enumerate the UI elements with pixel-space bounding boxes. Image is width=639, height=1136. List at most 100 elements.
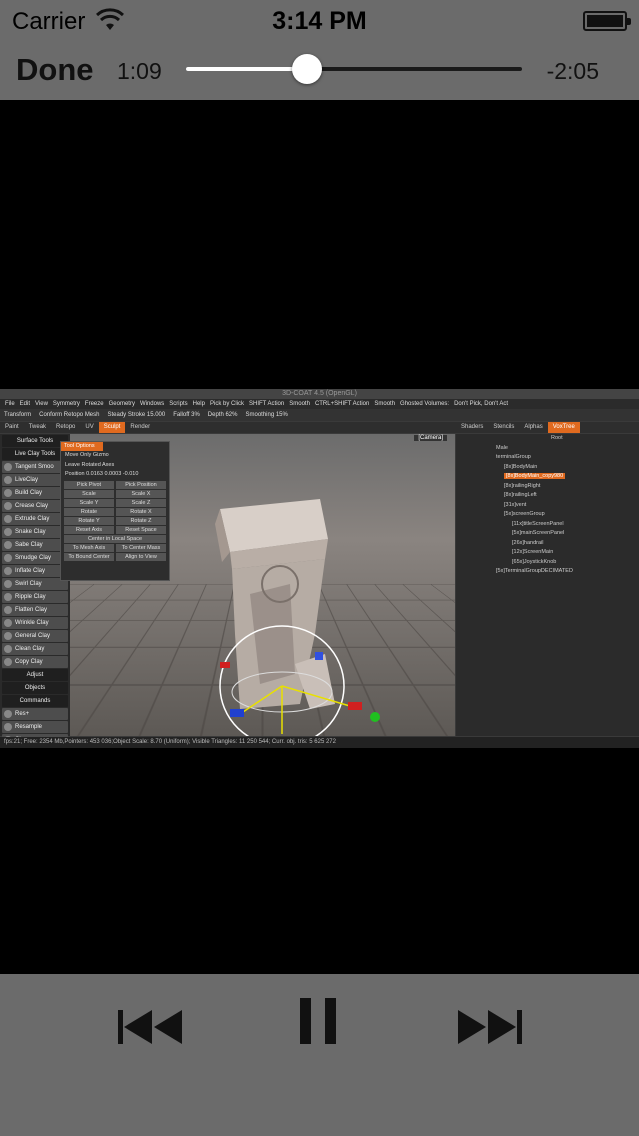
tool-option-button: Scale Z — [116, 498, 166, 507]
scrubber-thumb[interactable] — [291, 54, 322, 84]
video-tool-item: Tangent Smoo — [2, 461, 68, 473]
done-button[interactable]: Done — [16, 52, 94, 88]
tool-option-row: Position 0.0163 0.0003 -0.010 — [65, 471, 139, 477]
video-tab: UV — [85, 424, 94, 430]
video-tool-item: Flatten Clay — [2, 604, 68, 616]
video-menu-item: Smooth — [374, 401, 396, 407]
video-tool-item: Crease Clay — [2, 500, 68, 512]
tree-node: [65x]JoystickKnob — [512, 558, 557, 565]
fast-forward-icon[interactable] — [456, 1010, 522, 1044]
video-tool-item: Commands — [2, 695, 68, 707]
video-right-tab: Stencils — [493, 424, 515, 430]
video-tool-item: General Clay — [2, 630, 68, 642]
video-toolbar-item: Steady Stroke 15.000 — [107, 412, 166, 418]
video-tool-item: Res+ — [2, 708, 68, 720]
tree-node: Male — [496, 444, 508, 451]
video-toolbar-item: Transform — [4, 412, 32, 418]
tool-option-button: Scale — [64, 489, 114, 498]
video-tool-item: Clean Clay — [2, 643, 68, 655]
video-tool-item: Sabe Clay — [2, 539, 68, 551]
voxtree-panel: Root Male terminalGroup [8x]BodyMain [8x]Bo… — [456, 434, 639, 736]
video-right-tab: VoxTree — [547, 422, 580, 433]
tool-option-button: Rotate Y — [64, 516, 114, 525]
tool-option-button: Scale Y — [64, 498, 114, 507]
video-toolbar-item: Falloff 3% — [173, 412, 200, 418]
tool-option-button: Rotate — [64, 507, 114, 516]
video-tool-item: Extrude Clay — [2, 513, 68, 525]
tool-option-button: Reset Space — [116, 525, 166, 534]
video-menu-item: Don't Pick, Don't Act — [454, 401, 509, 407]
video-menu-item: File — [5, 401, 15, 407]
video-tool-item: Adjust — [2, 669, 68, 681]
video-menu-bar: File Edit View Symmetry Freeze Geometry Window… — [0, 399, 639, 409]
video-tool-item: Smudge Clay — [2, 552, 68, 564]
tool-option-button: Pick Position — [116, 480, 166, 489]
tree-node: [5x]mainScreenPanel — [512, 530, 565, 536]
video-menu-item: Ghosted Volumes: — [400, 401, 450, 407]
video-tool-item: Surface Tools — [2, 435, 68, 447]
video-menu-item: CTRL+SHIFT Action — [314, 401, 370, 407]
tool-option-button: To Bound Center — [64, 552, 114, 561]
video-menu-item: Help — [192, 401, 205, 407]
tool-options-header: Tool Options — [61, 442, 103, 451]
video-tool-item: Wrinkle Clay — [2, 617, 68, 629]
tree-node: [11x]titleScreenPanel — [512, 520, 564, 527]
video-menu-item: Freeze — [84, 401, 104, 407]
video-tab: Render — [130, 424, 151, 430]
video-menu-item: SHIFT Action — [249, 401, 285, 407]
video-right-tab: Shaders — [461, 424, 484, 430]
tool-option-button: Rotate Z — [116, 516, 166, 525]
tool-option-button: Scale X — [116, 489, 166, 498]
video-toolbar: Transform Conform Retopo Mesh Steady Strok… — [0, 409, 639, 421]
video-tool-item: Live Clay Tools — [2, 448, 68, 460]
video-tab: Retopo — [56, 424, 76, 430]
tool-option-button: Reset Axis — [64, 525, 114, 534]
video-tool-item: Snake Clay — [2, 526, 68, 538]
tool-option-button: Rotate X — [116, 507, 166, 516]
video-tool-item: Swirl Clay — [2, 578, 68, 590]
scrubber-progress — [186, 67, 307, 71]
video-tool-item: Objects — [2, 682, 68, 694]
video-tabs: Paint Tweak Retopo UV Sculpt Render Shaders St… — [0, 422, 639, 433]
pause-icon[interactable] — [298, 996, 338, 1046]
video-tool-item: Copy Clay — [2, 656, 68, 668]
top-bar: Carrier 3:14 PM Done 1:09 -2:05 — [0, 0, 639, 100]
clock: 3:14 PM — [272, 7, 367, 35]
tree-node: [26x]handrail — [512, 539, 544, 546]
camera-label: [Camera] — [414, 435, 447, 441]
tree-root: Root — [551, 435, 563, 441]
elapsed-time: 1:09 — [117, 58, 162, 84]
video-toolbar-item: Depth 62% — [207, 412, 238, 418]
tool-option-button: To Center Mass — [116, 543, 166, 552]
video-tab: Tweak — [28, 424, 47, 430]
tool-option-button: Center in Local Space — [64, 534, 166, 543]
video-tool-item: Ripple Clay — [2, 591, 68, 603]
video-menu-item: Geometry — [108, 401, 135, 407]
battery-icon — [583, 11, 631, 31]
transport-bar — [0, 974, 639, 1136]
rewind-icon[interactable] — [118, 1010, 184, 1044]
tree-node: [31x]vent — [504, 501, 527, 508]
tree-node: [12x]ScreenMain — [512, 549, 554, 555]
tool-option-button: To Mesh Axis — [64, 543, 114, 552]
video-menu-item: Pick by Click — [209, 401, 244, 407]
video-toolbar-item: Smoothing 15% — [245, 412, 288, 418]
video-tab: Paint — [5, 424, 19, 430]
tree-node: [8x]BodyMain — [504, 463, 538, 470]
scrubber[interactable] — [186, 54, 522, 84]
status-bar: Carrier 3:14 PM — [0, 0, 639, 44]
remaining-time: -2:05 — [546, 58, 599, 84]
tree-node: terminalGroup — [496, 454, 531, 460]
video-menu-item: Symmetry — [52, 401, 80, 407]
tree-node: [8x]railingRight — [504, 482, 541, 489]
video-menu-item: Edit — [19, 401, 31, 407]
tool-options-panel: Tool Options Move Only Gizmo Leave Rotate… — [60, 441, 170, 581]
video-tool-item: LiveClay — [2, 474, 68, 486]
video-tool-item: Inflate Clay — [2, 565, 68, 577]
tree-node: [5x]TerminalGroupDECIMATED — [496, 568, 573, 574]
video-menu-item: Scripts — [169, 401, 188, 407]
tree-node: [5x]screenGroup — [504, 511, 545, 517]
tool-option-button: Align to View — [116, 552, 166, 561]
video-menu-item: View — [35, 401, 48, 407]
video-frame[interactable]: 3D-COAT 4.5 (OpenGL) File Edit View Symmetr… — [0, 389, 639, 748]
